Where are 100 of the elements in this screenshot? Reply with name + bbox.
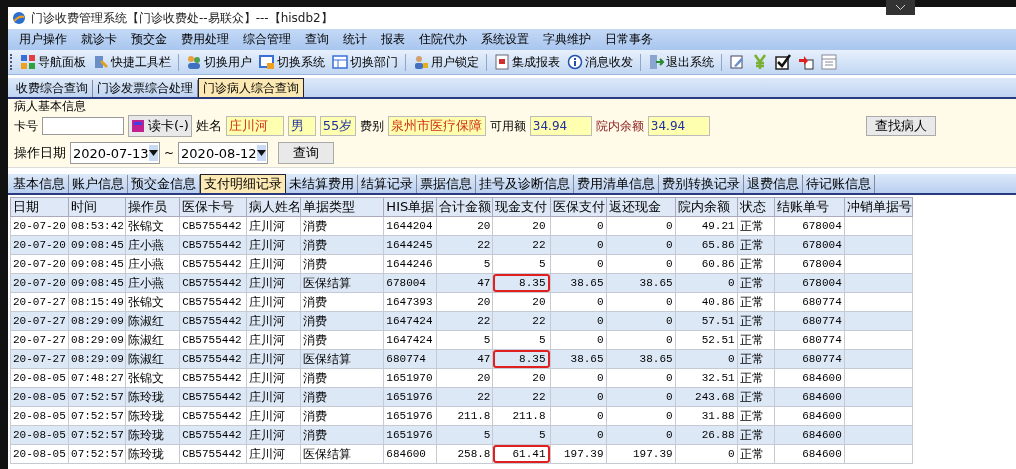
available-label: 可用额 [489,117,526,135]
column-header[interactable]: 操作员 [125,197,180,217]
menu-item[interactable]: 住院代办 [412,31,474,48]
tab[interactable]: 收费综合查询 [12,80,93,97]
menu-item[interactable]: 字典维护 [536,31,598,48]
tab[interactable]: 账户信息 [69,175,128,193]
table-cell: 32.51 [675,368,738,388]
tab[interactable]: 支付明细记录 [200,174,286,193]
toolbar-button[interactable]: 切换部门 [330,53,400,71]
table-cell: 消费 [300,235,384,255]
tab[interactable]: 费用清单信息 [574,175,659,193]
table-cell-text: 22 [531,314,547,329]
tab[interactable]: 基本信息 [10,175,69,193]
tab[interactable]: 结算记录 [358,175,417,193]
fee-type-field: 泉州市医疗保障 [387,116,486,136]
collapse-button[interactable] [886,0,915,15]
tab[interactable]: 门诊病人综合查询 [198,78,304,97]
query-button[interactable]: 查询 [278,142,335,164]
tab[interactable]: 挂号及诊断信息 [476,175,574,193]
toolbar-button[interactable]: 切换系统 [257,53,327,71]
tab[interactable]: 待记账信息 [803,175,875,193]
column-header[interactable]: 冲销单据号 [844,197,913,217]
column-header[interactable]: 病人姓名 [246,197,301,217]
toolbar-button[interactable]: 退出系统 [646,53,716,71]
menu-item[interactable]: 预交金 [124,31,174,48]
table-cell: 正常 [737,425,775,445]
table-cell: 197.39 [606,444,676,464]
table-cell: 0 [550,330,607,350]
date-to-dropdown[interactable]: 2020-08-12 [178,142,269,164]
table-cell: 正常 [737,235,775,255]
column-header[interactable]: 结账单号 [774,197,845,217]
table-cell-text: 20 [531,219,547,234]
table-cell: 211.8 [436,406,493,426]
table-cell: 陈玲珑 [125,425,180,445]
card-number-field[interactable] [42,117,124,135]
menu-item[interactable]: 查询 [298,31,336,48]
table-cell: 5 [436,425,493,445]
toolbar-button[interactable]: 快捷工具栏 [91,53,173,71]
column-header[interactable]: 返还现金 [606,197,676,217]
column-header[interactable]: 状态 [737,197,775,217]
toolbar-button[interactable]: 导航面板 [18,53,88,71]
table-cell: CB5755442 [179,311,247,331]
table-cell: 20-08-05 [10,387,69,407]
toolbar-button[interactable]: 消息收发 [565,53,635,71]
table-cell: 正常 [737,330,775,350]
dropdown-arrow-icon [256,150,266,156]
table-cell: 陈淑红 [125,330,180,350]
window-title: 门诊收费管理系统【门诊收费处--易联众】---【hisdb2】 [31,9,334,27]
menu-item[interactable]: 用户操作 [12,31,74,48]
menu-item[interactable]: 日常事务 [598,31,660,48]
toolbar-button[interactable]: 切换用户 [184,53,254,71]
table-cell: CB5755442 [179,425,247,445]
table-cell: 08:29:09 [68,311,126,331]
column-header[interactable]: 日期 [10,197,69,217]
table-cell: 医保结算 [300,273,384,293]
table-cell: 正常 [737,292,775,312]
tab[interactable]: 费别转换记录 [659,175,744,193]
table-cell: 5 [436,254,493,274]
column-header[interactable]: 单据类型 [300,197,384,217]
table-cell: 正常 [737,387,775,407]
column-header[interactable]: 现金支付 [492,197,550,217]
column-header[interactable]: 医保支付 [550,197,607,217]
table-cell: 07:52:57 [68,444,126,464]
table-cell: 8.35 [493,350,549,368]
menu-item[interactable]: 就诊卡 [74,31,124,48]
tab[interactable]: 票据信息 [417,175,476,193]
table-cell: 680774 [774,349,845,369]
tab[interactable]: 退费信息 [744,175,803,193]
table-cell: 庄川河 [246,216,301,236]
table-cell: 31.88 [675,406,738,426]
table-cell: 0 [606,311,676,331]
info-icon [567,54,583,70]
table-cell: 684600 [774,425,845,445]
table-cell: CB5755442 [179,235,247,255]
read-card-button[interactable]: 读卡(-) [128,115,192,137]
column-header[interactable]: 院内余额 [675,197,738,217]
table-cell: 258.8 [436,444,493,464]
table-cell: 20 [436,292,493,312]
column-header[interactable]: 医保卡号 [179,197,247,217]
menu-item[interactable]: 综合管理 [236,31,298,48]
menu-item[interactable]: 系统设置 [474,31,536,48]
table-cell: 47 [436,273,493,293]
find-patient-button[interactable]: 查找病人 [865,116,936,136]
toolbar-button[interactable]: 集成报表 [492,53,562,71]
table-cell: 20 [436,368,493,388]
table-cell: CB5755442 [179,406,247,426]
date-from-dropdown[interactable]: 2020-07-13 [70,142,160,164]
tab[interactable]: 未结算费用 [286,175,358,193]
toolbar-button[interactable]: 用户锁定 [411,53,481,71]
menu-item[interactable]: 费用处理 [174,31,236,48]
menu-item[interactable]: 统计 [336,31,374,48]
user-lock-icon [413,54,429,70]
table-cell: CB5755442 [179,444,247,464]
column-header[interactable]: 时间 [68,197,126,217]
menu-item[interactable]: 报表 [374,31,412,48]
table-cell: CB5755442 [179,216,247,236]
column-header[interactable]: 合计金额 [436,197,493,217]
table-cell: 20-07-20 [10,254,69,274]
column-header[interactable]: HIS单据 [383,197,437,217]
table-cell: 0 [550,292,607,312]
